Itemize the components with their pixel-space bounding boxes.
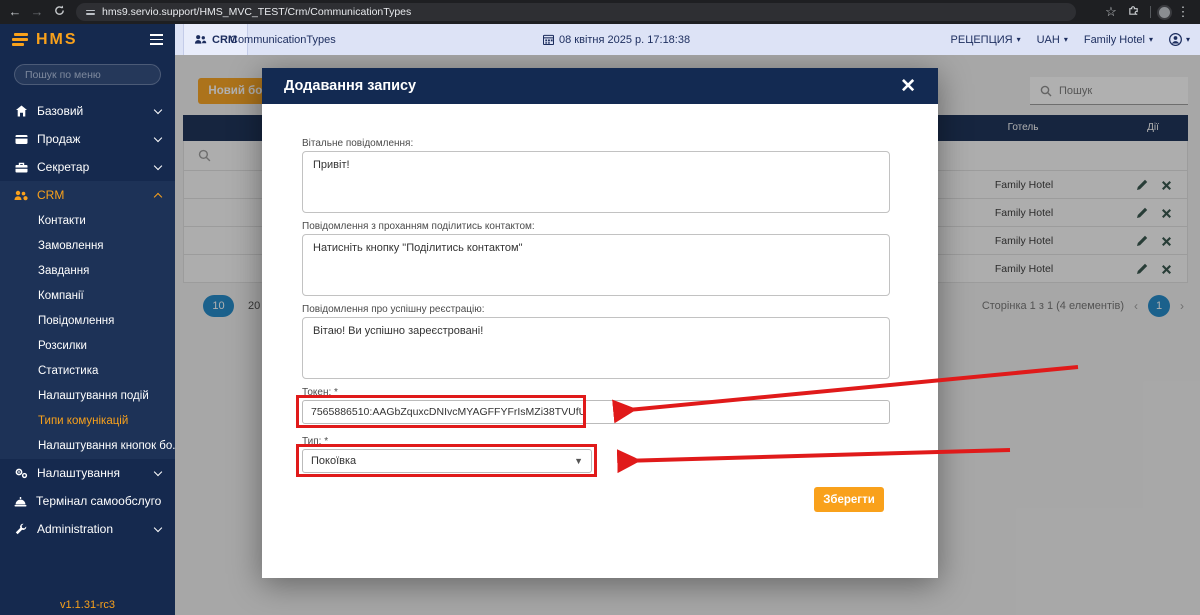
sidebar-item-crm[interactable]: CRM (0, 181, 175, 209)
datetime-text: 08 квітня 2025 р. 17:18:38 (559, 34, 690, 46)
browser-profile-icon[interactable] (1157, 5, 1172, 20)
hotel-dropdown[interactable]: Family Hotel▾ (1084, 34, 1153, 46)
chevron-down-icon (154, 467, 162, 475)
service-bell-icon (14, 496, 27, 507)
bookmark-star-icon[interactable]: ☆ (1100, 0, 1122, 24)
app-version: v1.1.31-rc3 (0, 599, 175, 611)
hms-logo-text: HMS (36, 31, 78, 49)
menu-toggle-icon[interactable] (150, 34, 163, 44)
sidebar-item-administration[interactable]: Administration (0, 515, 175, 543)
share-contact-label: Повідомлення з проханням поділитись конт… (302, 221, 938, 232)
calendar-icon (543, 34, 554, 45)
browser-menu-icon[interactable]: ⋮ (1172, 0, 1194, 24)
crm-users-icon (14, 190, 28, 201)
chevron-down-icon: ▾ (1064, 35, 1068, 44)
token-input[interactable] (302, 400, 890, 424)
menu-search-input[interactable] (14, 64, 161, 85)
modal-header: Додавання запису ✕ (262, 68, 938, 104)
home-icon (14, 105, 28, 117)
close-icon[interactable]: ✕ (900, 77, 916, 96)
user-menu[interactable]: ▾ (1169, 33, 1190, 46)
sidebar-item-zamovlennia[interactable]: Замовлення (0, 234, 175, 259)
share-contact-textarea[interactable]: Натисніть кнопку "Поділитись контактом" (302, 234, 890, 296)
chevron-down-icon: ▾ (1186, 35, 1190, 44)
chevron-down-icon: ▾ (1149, 35, 1153, 44)
chevron-down-icon: ▾ (1017, 35, 1021, 44)
add-record-modal: Додавання запису ✕ Вітальне повідомлення… (262, 68, 938, 578)
chevron-down-icon (154, 105, 162, 113)
datetime-display: 08 квітня 2025 р. 17:18:38 (543, 24, 690, 55)
sidebar-item-nalashtuvannia[interactable]: Налаштування (0, 459, 175, 487)
sidebar-item-nalashtuvannia-podii[interactable]: Налаштування подій (0, 384, 175, 409)
sidebar-item-kontakty[interactable]: Контакти (0, 209, 175, 234)
briefcase-icon (14, 162, 28, 173)
station-dropdown[interactable]: РЕЦЕПЦИЯ▾ (951, 34, 1021, 46)
extensions-icon[interactable] (1122, 0, 1144, 24)
gears-icon (14, 467, 28, 479)
hms-logo-icon (12, 33, 28, 46)
currency-dropdown[interactable]: UAH▾ (1037, 34, 1068, 46)
chevron-down-icon: ▼ (574, 456, 583, 466)
greeting-textarea[interactable]: Привіт! (302, 151, 890, 213)
token-label: Токен: * (302, 387, 938, 398)
success-label: Повідомлення про успішну реєстрацію: (302, 304, 938, 315)
chevron-up-icon (154, 192, 162, 200)
sidebar-item-nalashtuvannia-knopok-bota[interactable]: Налаштування кнопок бо... (0, 434, 175, 459)
refresh-icon[interactable] (48, 0, 70, 24)
sidebar-item-terminal[interactable]: Термінал самообслуговува... (0, 487, 175, 515)
forward-icon[interactable]: → (26, 0, 48, 24)
sidebar-item-povidomlennia[interactable]: Повідомлення (0, 309, 175, 334)
chevron-down-icon (154, 161, 162, 169)
sidebar-item-sekretar[interactable]: Секретар (0, 153, 175, 181)
sidebar: HMS Базовий Продаж Секретар CRM Контакти… (0, 24, 175, 615)
wrench-icon (14, 523, 28, 535)
chevron-down-icon (154, 133, 162, 141)
app-header: CRM CommunicationTypes 08 квітня 2025 р.… (0, 24, 1200, 55)
type-dropdown[interactable]: Покоївка ▼ (302, 449, 592, 473)
user-icon (1169, 33, 1182, 46)
url-text: hms9.servio.support/HMS_MVC_TEST/Crm/Com… (102, 6, 411, 18)
breadcrumb: CommunicationTypes (230, 24, 336, 55)
sidebar-item-typy-komunikatsii[interactable]: Типи комунікацій (0, 409, 175, 434)
wallet-icon (14, 134, 28, 145)
site-info-icon[interactable] (86, 10, 95, 15)
modal-title: Додавання запису (284, 78, 416, 94)
type-label: Тип: * (302, 436, 938, 447)
back-icon[interactable]: ← (4, 0, 26, 24)
crm-section: CRM Контакти Замовлення Завдання Компані… (0, 181, 175, 459)
browser-toolbar: ← → hms9.servio.support/HMS_MVC_TEST/Crm… (0, 0, 1200, 24)
success-textarea[interactable]: Вітаю! Ви успішно зареєстровані! (302, 317, 890, 379)
sidebar-item-statystyka[interactable]: Статистика (0, 359, 175, 384)
chevron-down-icon (154, 523, 162, 531)
save-button[interactable]: Зберегти (814, 487, 884, 512)
greeting-label: Вітальне повідомлення: (302, 138, 938, 149)
toolbar-separator (1150, 6, 1151, 18)
sidebar-item-kompanii[interactable]: Компанії (0, 284, 175, 309)
sidebar-item-zavdannia[interactable]: Завдання (0, 259, 175, 284)
sidebar-item-prodazh[interactable]: Продаж (0, 125, 175, 153)
sidebar-item-bazovyi[interactable]: Базовий (0, 97, 175, 125)
url-bar[interactable]: hms9.servio.support/HMS_MVC_TEST/Crm/Com… (76, 3, 1076, 21)
type-dropdown-value: Покоївка (311, 455, 356, 467)
sidebar-item-rozsylky[interactable]: Розсилки (0, 334, 175, 359)
crm-module-icon (194, 34, 207, 45)
